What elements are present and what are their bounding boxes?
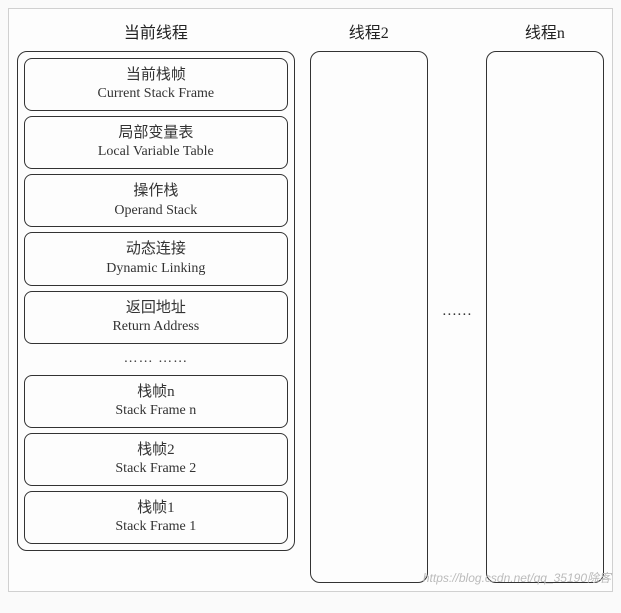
label-cn: 操作栈 — [29, 181, 283, 201]
label-cn: 当前栈帧 — [29, 65, 283, 85]
ellipsis-icon: …… — [442, 303, 472, 320]
thread-box-2 — [310, 51, 428, 583]
label-cn: 动态连接 — [29, 239, 283, 259]
label-en: Stack Frame n — [29, 402, 283, 421]
label-en: Stack Frame 1 — [29, 518, 283, 537]
frame-part-operand-stack: 操作栈 Operand Stack — [24, 174, 288, 227]
label-cn: 局部变量表 — [29, 123, 283, 143]
label-cn: 栈帧2 — [29, 440, 283, 460]
current-stack-frame-header: 当前栈帧 Current Stack Frame — [24, 58, 288, 111]
label-en: Local Variable Table — [29, 143, 283, 162]
stack-frame-n: 栈帧n Stack Frame n — [24, 375, 288, 428]
column-thread-n: 线程n — [486, 19, 604, 583]
label-en: Stack Frame 2 — [29, 460, 283, 479]
label-cn: 栈帧1 — [29, 498, 283, 518]
parts-ellipsis: …… …… — [24, 349, 288, 370]
column-ellipsis: …… — [443, 283, 471, 320]
label-cn: 返回地址 — [29, 298, 283, 318]
stack-current: 当前栈帧 Current Stack Frame 局部变量表 Local Var… — [18, 52, 294, 550]
column-current-thread: 当前线程 当前栈帧 Current Stack Frame 局部变量表 Loca… — [17, 19, 295, 551]
diagram-canvas: 当前线程 当前栈帧 Current Stack Frame 局部变量表 Loca… — [8, 8, 613, 592]
column-title-thread2: 线程2 — [349, 19, 389, 43]
frame-part-dynamic-linking: 动态连接 Dynamic Linking — [24, 232, 288, 285]
frame-part-return-address: 返回地址 Return Address — [24, 291, 288, 344]
column-thread-2: 线程2 — [310, 19, 428, 583]
thread-box-current: 当前栈帧 Current Stack Frame 局部变量表 Local Var… — [17, 51, 295, 551]
column-title-current: 当前线程 — [124, 19, 188, 43]
thread-box-n — [486, 51, 604, 583]
column-title-threadn: 线程n — [525, 19, 565, 43]
label-cn: 栈帧n — [29, 382, 283, 402]
stack-frame-2: 栈帧2 Stack Frame 2 — [24, 433, 288, 486]
stack-frame-1: 栈帧1 Stack Frame 1 — [24, 491, 288, 544]
label-en: Dynamic Linking — [29, 260, 283, 279]
label-en: Return Address — [29, 318, 283, 337]
frame-part-local-variable-table: 局部变量表 Local Variable Table — [24, 116, 288, 169]
label-en: Operand Stack — [29, 202, 283, 221]
label-en: Current Stack Frame — [29, 85, 283, 104]
